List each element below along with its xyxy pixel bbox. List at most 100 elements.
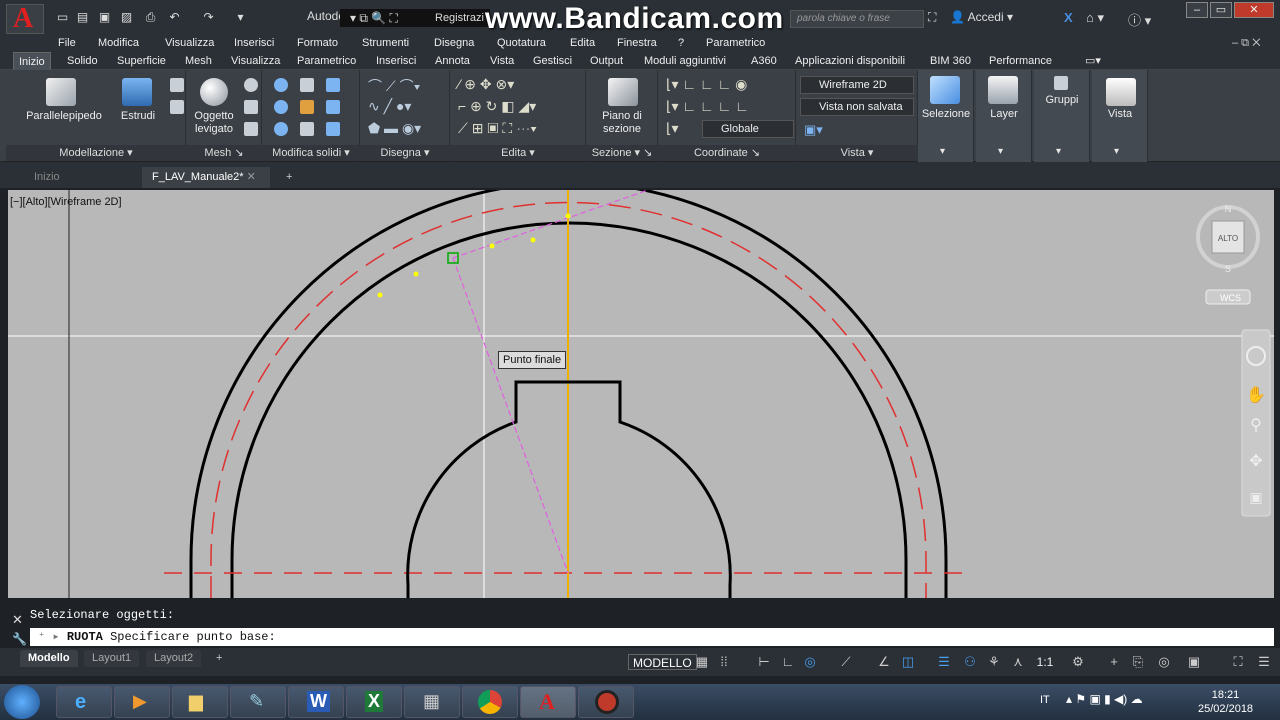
presspull-icon[interactable] [170, 78, 184, 92]
mesh-refine-icon[interactable] [244, 122, 258, 136]
autodesk-account-icon[interactable]: ⌂ ▾ [1086, 10, 1104, 26]
customize-wrench-icon[interactable]: 🔧 [12, 632, 27, 646]
union-icon[interactable] [274, 78, 288, 92]
snap-icon[interactable]: ⁞⁞ [716, 654, 732, 670]
menu-disegna[interactable]: Disegna [434, 34, 474, 52]
new-tab-button[interactable]: + [276, 167, 302, 188]
language-indicator[interactable]: IT [1040, 694, 1050, 706]
oggetto-levigato-button[interactable]: Oggetto levigato [186, 110, 242, 136]
tab-moduli-aggiuntivi[interactable]: Moduli aggiuntivi [639, 52, 731, 70]
visual-style-dropdown[interactable]: Wireframe 2D [800, 76, 914, 94]
tab-superficie[interactable]: Superficie [112, 52, 171, 70]
close-button[interactable]: ✕ [1234, 2, 1274, 18]
panel-title-modellazione[interactable]: Modellazione ▾ [6, 145, 186, 161]
parallelepipedo-button[interactable]: Parallelepipedo [14, 110, 114, 123]
menu-finestra[interactable]: Finestra [617, 34, 657, 52]
viewport-controls-label[interactable]: [−][Alto][Wireframe 2D] [10, 196, 122, 208]
polyline-icon[interactable]: ⌒ ⟋ ⌒▾ [368, 76, 420, 96]
maximize-button[interactable]: ▭ [1210, 2, 1232, 18]
close-icon[interactable]: ✕ [12, 612, 23, 628]
drawing-viewport[interactable]: ALTO N S WCS ✋ ⚲ ✥ ▣ [−][Alto][Wireframe… [8, 190, 1274, 598]
smooth-icon[interactable] [170, 100, 184, 114]
autocad-taskbar-icon[interactable]: A [520, 686, 576, 718]
menu-formato[interactable]: Formato [297, 34, 338, 52]
polygon-icon[interactable]: ⬟ ▬ ◉▾ [368, 120, 421, 137]
panel-title-sezione[interactable]: Sezione ▾ ↘ [586, 145, 658, 161]
help-icon[interactable]: ⓘ ▾ [1128, 10, 1151, 29]
exchange-icon[interactable]: X [1064, 10, 1073, 25]
mesh-box-icon[interactable] [244, 100, 258, 114]
layout-tab-1[interactable]: Layout1 [84, 650, 140, 667]
minimize-button[interactable]: – [1186, 2, 1208, 18]
binoculars-icon[interactable]: ⛶ [928, 10, 936, 25]
subtract-icon[interactable] [274, 100, 288, 114]
tab-annota[interactable]: Annota [430, 52, 475, 70]
panel-layer[interactable]: Layer ▾ [976, 70, 1032, 162]
tab-visualizza[interactable]: Visualizza [226, 52, 285, 70]
customize-menu-icon[interactable]: ☰ [1256, 654, 1272, 670]
add-icon[interactable]: + [1106, 654, 1122, 670]
clean-screen-icon[interactable]: ▣ [1186, 654, 1202, 670]
gizmo-icon[interactable]: ⚘ [986, 654, 1002, 670]
shell-icon[interactable] [326, 78, 340, 92]
panel-title-vista[interactable]: Vista ▾ [796, 145, 918, 161]
command-input[interactable]: ⁺ ▸ RUOTA Specificare punto base: [30, 628, 1274, 646]
tab-gestisci[interactable]: Gestisci [528, 52, 577, 70]
tray-icons[interactable]: ▴ ⚑ ▣ ▮ ◀) ☁ [1066, 692, 1143, 706]
app-menu-button[interactable]: A [6, 3, 44, 34]
fullscreen-icon[interactable]: ⛶ [1230, 654, 1246, 670]
system-clock[interactable]: 18:21 25/02/2018 [1198, 688, 1253, 716]
search-input[interactable]: parola chiave o frase [790, 10, 924, 28]
grid-icon[interactable]: ▦ [694, 654, 710, 670]
bandicam-taskbar-icon[interactable] [578, 686, 634, 718]
menu-visualizza[interactable]: Visualizza [165, 34, 214, 52]
panel-title-disegna[interactable]: Disegna ▾ [360, 145, 450, 161]
panel-title-coordinate[interactable]: Coordinate ↘ [658, 145, 796, 161]
panel-title-mesh[interactable]: Mesh ↘ [186, 145, 262, 161]
start-button[interactable] [4, 685, 40, 719]
chrome-icon[interactable] [462, 686, 518, 718]
panel-vista-tools[interactable]: Vista ▾ [1092, 70, 1148, 162]
view-dropdown[interactable]: Vista non salvata [800, 98, 914, 116]
zoom-icon[interactable]: ⚲ [1250, 417, 1262, 434]
estrudi-button[interactable]: Estrudi [110, 110, 166, 123]
tab-inserisci[interactable]: Inserisci [371, 52, 421, 70]
polar-icon[interactable]: ◎ [802, 654, 818, 670]
ucs-dropdown[interactable]: Globale [702, 120, 794, 138]
piano-di-sezione-button[interactable]: Piano di sezione [586, 110, 658, 136]
tab-performance[interactable]: Performance [984, 52, 1057, 70]
annotation-scale[interactable]: 1:1 [1030, 654, 1060, 670]
move-icon[interactable]: ⁄ ⊕ ✥ ⊗▾ [458, 76, 514, 93]
paint-icon[interactable]: ✎ [230, 686, 286, 718]
grip-point[interactable] [377, 292, 383, 298]
lineweight-icon[interactable]: ☰ [936, 654, 952, 670]
tab-drawing[interactable]: F_LAV_Manuale2* ✕ [142, 167, 270, 188]
thicken-icon[interactable] [300, 122, 314, 136]
file-explorer-icon[interactable]: ▆ [172, 686, 228, 718]
close-icon[interactable]: ✕ [247, 171, 256, 183]
redo-icon[interactable]: ↷ [200, 9, 217, 26]
menu-parametrico[interactable]: Parametrico [706, 34, 765, 52]
ortho-icon[interactable]: ∟ [780, 654, 796, 670]
separate-icon[interactable] [326, 100, 340, 114]
save-icon[interactable]: ▣ [96, 9, 113, 26]
osnap-icon[interactable]: ◫ [900, 654, 916, 670]
menu-strumenti[interactable]: Strumenti [362, 34, 409, 52]
sign-in-button[interactable]: 👤 Accedi ▾ [950, 10, 1013, 24]
new-layout-button[interactable]: + [208, 650, 230, 667]
ribbon-toggle-icon[interactable]: ▭▾ [1080, 52, 1106, 70]
tab-applicazioni[interactable]: Applicazioni disponibili [790, 52, 910, 70]
open-folder-icon[interactable]: ▤ [74, 9, 91, 26]
osnap-tracking-icon[interactable]: ∠ [876, 654, 892, 670]
plot-icon[interactable]: ⎙ [142, 9, 159, 26]
tab-mesh[interactable]: Mesh [180, 52, 217, 70]
extract-edges-icon[interactable] [326, 122, 340, 136]
panel-gruppi[interactable]: Gruppi ▾ [1034, 70, 1090, 162]
grip-point[interactable] [413, 271, 419, 277]
grip-point[interactable] [489, 243, 495, 249]
bandicam-toolbar-icons[interactable]: ▾ ⧉ 🔍 ⛶ [350, 11, 430, 26]
quick-access-dropdown-icon[interactable]: ▾ [232, 9, 249, 26]
calculator-icon[interactable]: ▦ [404, 686, 460, 718]
intersect-icon[interactable] [274, 122, 288, 136]
isodraft-icon[interactable]: ⟋ [838, 654, 854, 670]
